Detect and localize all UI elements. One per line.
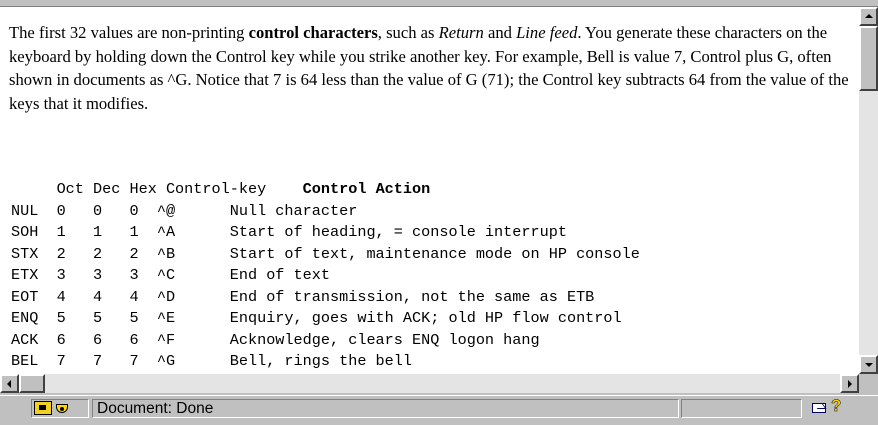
status-text: Document: Done: [97, 400, 214, 417]
table-row: ACK 6 6 6 ^F Acknowledge, clears ENQ log…: [11, 330, 540, 349]
scroll-up-button[interactable]: [859, 7, 878, 26]
mail-icon[interactable]: [812, 403, 826, 413]
intro-italic-return: Return: [438, 23, 484, 42]
online-status-icon[interactable]: [54, 401, 70, 415]
table-row: ETX 3 3 3 ^C End of text: [11, 266, 330, 284]
scrollbar-corner: [859, 374, 878, 393]
table-header-columns: Oct Dec Hex Control-key: [11, 180, 303, 198]
table-row: NUL 0 0 0 ^@ Null character: [11, 201, 358, 220]
right-arrow-icon: [848, 380, 852, 388]
status-icons-panel: [31, 399, 89, 418]
security-icon[interactable]: [34, 401, 52, 415]
intro-text: and: [483, 23, 517, 42]
horizontal-scroll-thumb[interactable]: [19, 374, 45, 393]
table-row: STX 2 2 2 ^B Start of text, maintenance …: [11, 244, 640, 263]
scroll-down-button[interactable]: [859, 355, 878, 374]
left-arrow-icon: [7, 380, 11, 388]
vertical-scroll-thumb[interactable]: [859, 26, 878, 91]
intro-text: , such as: [377, 23, 439, 42]
intro-italic-linefeed: Line feed: [516, 23, 578, 42]
scroll-left-button[interactable]: [0, 374, 19, 393]
progress-panel: [681, 399, 802, 418]
down-arrow-icon: [865, 363, 873, 367]
table-row: EOT 4 4 4 ^D End of transmission, not th…: [11, 287, 595, 306]
status-text-panel: Document: Done: [92, 399, 679, 418]
table-row: SOH 1 1 1 ^A Start of heading, = console…: [11, 223, 567, 241]
horizontal-scrollbar[interactable]: [0, 374, 878, 393]
table-header: Oct Dec Hex Control-key Control Action: [11, 179, 640, 201]
table-row: ENQ 5 5 5 ^E Enquiry, goes with ACK; old…: [11, 309, 622, 327]
control-character-table: Oct Dec Hex Control-key Control Action NU…: [11, 179, 640, 373]
table-row: BEL 7 7 7 ^G Bell, rings the bell: [11, 352, 413, 370]
intro-paragraph: The first 32 values are non-printing con…: [9, 21, 854, 115]
scroll-right-button[interactable]: [840, 374, 859, 393]
top-frame-edge: [0, 0, 878, 7]
status-bar: Document: Done ?: [0, 395, 878, 425]
browser-window: The first 32 values are non-printing con…: [0, 0, 878, 425]
up-arrow-icon: [865, 14, 873, 18]
document-content: The first 32 values are non-printing con…: [0, 7, 859, 374]
intro-bold-term: control characters: [248, 23, 378, 42]
status-tray: ?: [805, 396, 851, 418]
help-icon[interactable]: ?: [831, 396, 842, 415]
table-header-action: Control Action: [302, 180, 431, 198]
vertical-scrollbar[interactable]: [859, 7, 878, 374]
intro-text: The first 32 values are non-printing: [9, 23, 249, 42]
